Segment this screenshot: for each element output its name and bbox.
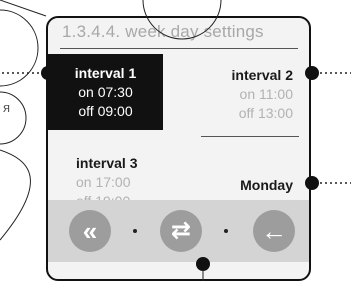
arrow-left-icon: ← [261,216,287,246]
back-button[interactable]: ← [253,210,295,252]
separator-dot [133,229,137,233]
swap-button[interactable]: ⇄ [160,210,202,252]
manual-figure: 1.3.4.4. week day settings interval 1 on… [0,0,351,281]
callout-curve [0,149,31,241]
interval-1-off: off 09:00 [78,103,133,119]
callout-circle-left [0,9,39,87]
interval-1-label: interval 1 [74,65,137,81]
bottom-navbar: « ⇄ ← [48,200,309,262]
interval-2-label: interval 2 [231,67,293,83]
interval-2-on: on 11:00 [239,86,293,102]
swap-arrows-icon: ⇄ [170,217,192,244]
callout-line-top-left [0,0,47,17]
page-title: 1.3.4.4. week day settings [62,22,264,41]
device-screen: 1.3.4.4. week day settings interval 1 on… [46,16,311,281]
interval-1-cell[interactable]: interval 1 on 07:30 off 09:00 [48,54,163,130]
divider [201,136,299,137]
interval-3-on: on 17:00 [76,174,131,190]
interval-1-on: on 07:30 [78,84,133,100]
interval-2-off: off 13:00 [238,105,293,121]
double-chevron-left-icon: « [82,216,98,246]
title-divider [60,48,298,49]
callout-text: я [3,100,11,115]
interval-3-label: interval 3 [76,155,138,171]
double-back-button[interactable]: « [69,210,111,252]
weekday-selector[interactable]: Monday [240,177,293,193]
interval-2-cell[interactable]: interval 2 on 11:00 off 13:00 [232,66,293,123]
separator-dot [224,229,228,233]
